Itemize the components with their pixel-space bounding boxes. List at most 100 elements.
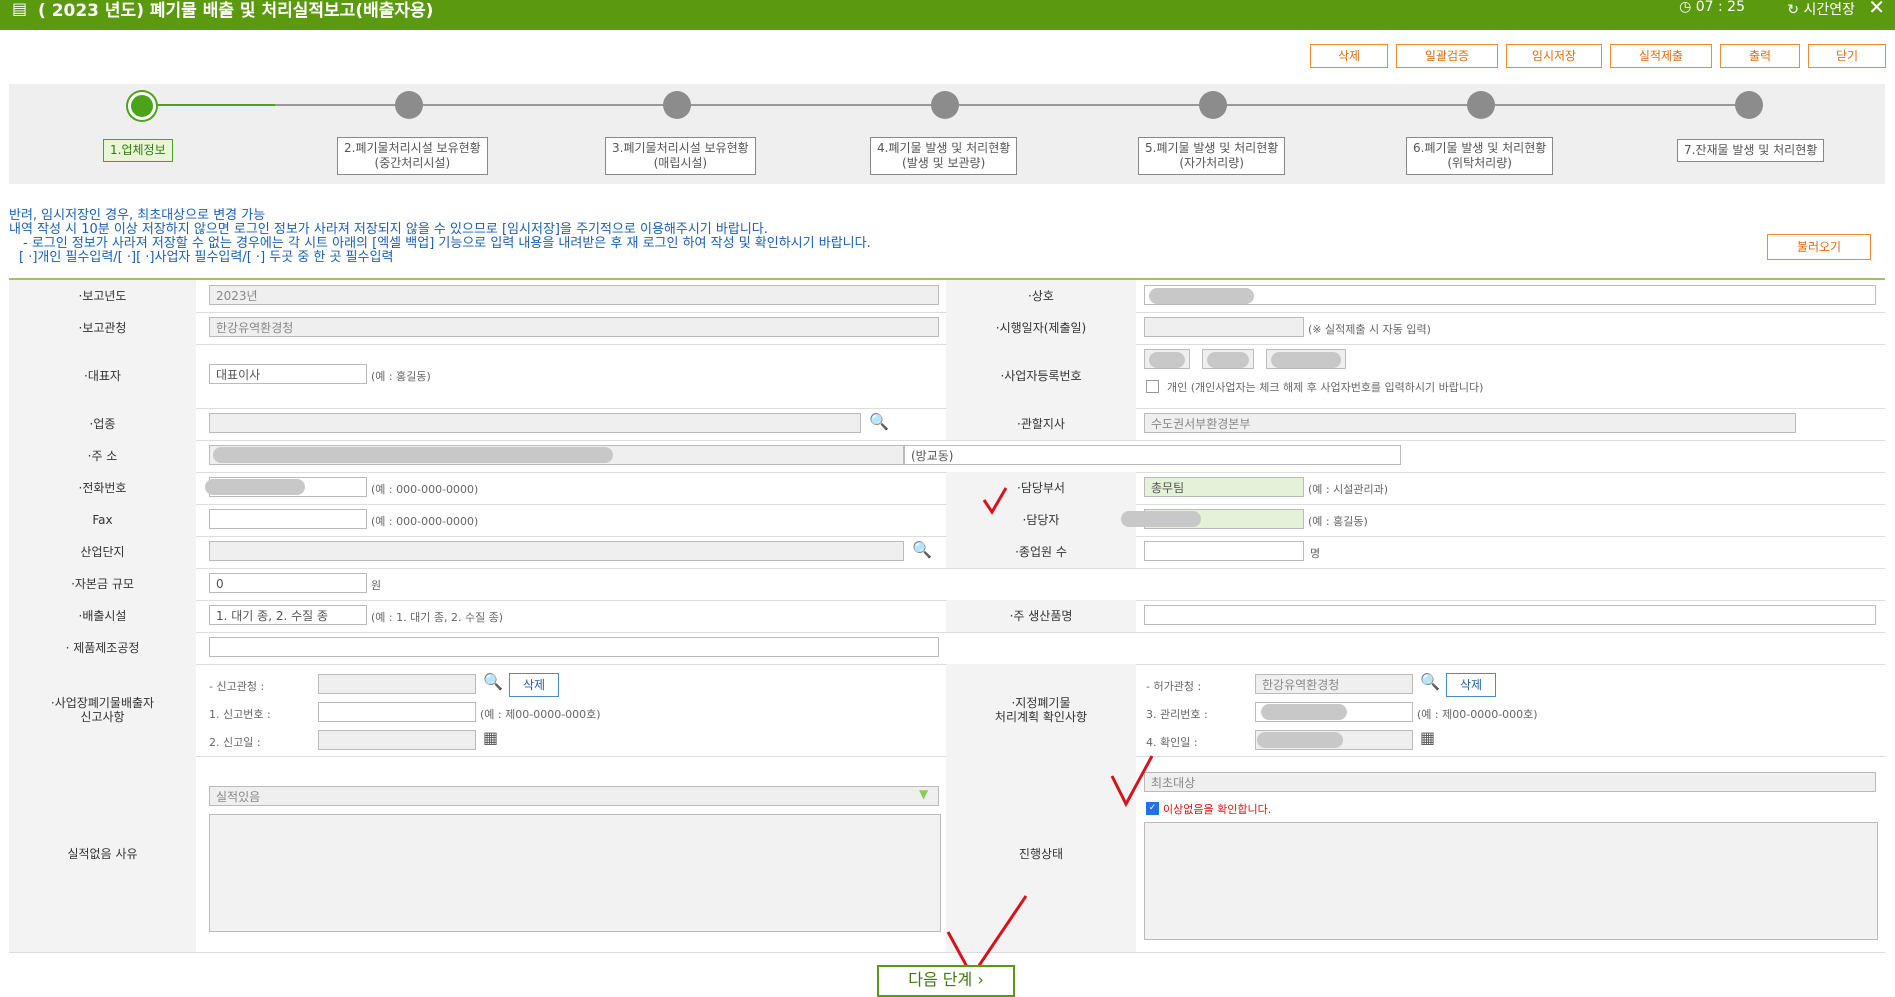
notice-line-4: [ ·]개인 필수입력/[ ·][ ·]사업자 필수입력/[ ·] 두곳 중 한… <box>19 250 394 265</box>
row-process: · 제품제조공정 <box>9 632 1885 665</box>
redacted-manager <box>1121 511 1201 527</box>
step-progress: 1.업체정보 2.폐기물처리시설 보유현황 (중간처리시설) 3.폐기물처리시설 … <box>9 84 1885 184</box>
step-tab-4-label: 4.폐기물 발생 및 처리현황 <box>877 141 1011 155</box>
row-industry: ·업종 🔍 ·관할지사 수도권서부환경본부 <box>9 408 1885 441</box>
complex-field <box>209 541 904 561</box>
submit-result-button[interactable]: 실적제출 <box>1610 44 1712 68</box>
search-icon[interactable]: 🔍 <box>1420 672 1440 691</box>
load-button[interactable]: 불러오기 <box>1767 234 1871 260</box>
window-titlebar: ▤ ( 2023 년도) 폐기물 배출 및 처리실적보고(배출자용) ◷ 07 … <box>0 0 1895 30</box>
search-icon[interactable]: 🔍 <box>483 672 503 691</box>
main-product-field[interactable] <box>1144 605 1876 625</box>
representative-field[interactable]: 대표이사 <box>209 364 367 384</box>
personal-checkbox-label: 개인 (개인사업자는 체크 해제 후 사업자번호를 입력하시기 바랍니다) <box>1167 381 1484 394</box>
industry-field <box>209 413 861 433</box>
search-icon[interactable]: 🔍 <box>869 412 889 431</box>
report-left-label: ·사업장폐기물배출자 신고사항 <box>9 664 196 756</box>
step-dot-1[interactable] <box>128 92 156 120</box>
notice-line-2: 내역 작성 시 10분 이상 저장하지 않으면 로그인 정보가 사라져 저장되지… <box>9 222 768 237</box>
capital-field[interactable]: 0 <box>209 573 367 593</box>
timer-value: 07 : 25 <box>1695 0 1745 15</box>
bulk-validate-button[interactable]: 일괄검증 <box>1396 44 1498 68</box>
step-tab-3[interactable]: 3.폐기물처리시설 보유현황 (매립시설) <box>605 137 756 175</box>
print-button[interactable]: 출력 <box>1720 44 1800 68</box>
redacted-phone <box>205 479 305 495</box>
redacted-manage-no <box>1261 704 1347 720</box>
step-dot-7[interactable] <box>1735 91 1763 119</box>
step-dot-2[interactable] <box>395 91 423 119</box>
row-facility: ·배출시설 1. 대기 종, 2. 수질 종 (예 : 1. 대기 종, 2. … <box>9 600 1885 633</box>
employees-unit: 명 <box>1310 547 1321 560</box>
branch-label: ·관할지사 <box>946 408 1136 440</box>
step-line-active <box>141 104 275 106</box>
step-tab-1-label: 1.업체정보 <box>110 143 166 157</box>
redacted-business-no-3 <box>1271 352 1341 368</box>
step-tab-1[interactable]: 1.업체정보 <box>103 139 173 162</box>
address-detail-field[interactable]: (방교동) <box>904 445 1401 465</box>
row-representative: ·대표자 대표이사 (예 : 홍길동) ·사업자등록번호 개인 (개인사업자는 … <box>9 344 1885 409</box>
step-tab-6[interactable]: 6.폐기물 발생 및 처리현황 (위탁처리량) <box>1406 137 1554 175</box>
representative-hint: (예 : 홍길동) <box>371 370 431 383</box>
report-right-office-label: - 허가관청 : <box>1146 680 1202 693</box>
close-icon[interactable]: ✕ <box>1868 0 1885 19</box>
report-right-date-label: 4. 확인일 : <box>1146 736 1198 749</box>
temp-save-button[interactable]: 임시저장 <box>1506 44 1602 68</box>
fax-field[interactable] <box>209 509 367 529</box>
dropdown-arrow-icon[interactable]: ▼ <box>919 787 928 801</box>
complex-label: 산업단지 <box>9 536 196 568</box>
report-left-office-field <box>318 674 476 694</box>
report-right-delete-button[interactable]: 삭제 <box>1446 673 1496 697</box>
close-button[interactable]: 닫기 <box>1808 44 1886 68</box>
dept-field[interactable]: 총무팀 <box>1144 477 1304 497</box>
address-label: ·주 소 <box>9 440 196 472</box>
facility-label: ·배출시설 <box>9 600 196 632</box>
no-result-select[interactable]: 실적있음 <box>209 786 939 806</box>
report-office-field: 한강유역환경청 <box>209 317 939 337</box>
step-tab-4-sub: (발생 및 보관량) <box>902 156 986 170</box>
step-tab-2-label: 2.폐기물처리시설 보유현황 <box>344 141 481 155</box>
phone-hint: (예 : 000-000-0000) <box>371 483 479 496</box>
status-textarea[interactable] <box>1144 822 1878 940</box>
notice-line-3: - 로그인 정보가 사라져 저장할 수 없는 경우에는 각 시트 아래의 [엑셀… <box>23 236 871 251</box>
industry-label: ·업종 <box>9 408 196 440</box>
red-check-mark-1 <box>982 487 1008 515</box>
personal-checkbox[interactable] <box>1146 380 1159 393</box>
notice-block: 반려, 임시저장인 경우, 최초대상으로 변경 가능 내역 작성 시 10분 이… <box>9 209 1885 265</box>
step-dot-4[interactable] <box>931 91 959 119</box>
delete-button[interactable]: 삭제 <box>1310 44 1388 68</box>
report-right-label-2: 처리계획 확인사항 <box>994 710 1088 724</box>
calendar-icon[interactable]: ▦ <box>483 728 498 747</box>
calendar-icon[interactable]: ▦ <box>1420 728 1435 747</box>
next-step-button[interactable]: 다음 단계 › <box>877 965 1015 997</box>
representative-label: ·대표자 <box>9 344 196 408</box>
submit-date-field <box>1144 317 1304 337</box>
step-dot-6[interactable] <box>1467 91 1495 119</box>
step-tab-5[interactable]: 5.폐기물 발생 및 처리현황 (자가처리량) <box>1138 137 1286 175</box>
step-dot-3[interactable] <box>663 91 691 119</box>
report-office-label: ·보고관청 <box>9 312 196 344</box>
step-tab-6-label: 6.폐기물 발생 및 처리현황 <box>1413 141 1547 155</box>
report-left-delete-button[interactable]: 삭제 <box>509 673 559 697</box>
redacted-business-no-2 <box>1207 352 1249 368</box>
report-left-no-field[interactable] <box>318 702 476 722</box>
step-tab-2-sub: (중간처리시설) <box>374 156 451 170</box>
facility-field[interactable]: 1. 대기 종, 2. 수질 종 <box>209 605 367 625</box>
redacted-address <box>213 447 613 463</box>
process-field[interactable] <box>209 637 939 657</box>
report-left-office-label: - 신고관청 : <box>209 680 265 693</box>
manager-hint: (예 : 홍길동) <box>1308 515 1368 528</box>
step-tab-7[interactable]: 7.잔재물 발생 및 처리현황 <box>1677 139 1825 162</box>
no-result-label: 실적없음 사유 <box>9 756 196 952</box>
company-info-form: ·보고년도 2023년 ·상호 ·보고관청 한강유역환경청 ·시행일자(제출일)… <box>9 278 1885 953</box>
no-result-textarea[interactable] <box>209 814 941 932</box>
report-right-label-1: ·지정폐기물 <box>1011 696 1071 710</box>
employees-field[interactable] <box>1144 541 1304 561</box>
step-tab-2[interactable]: 2.폐기물처리시설 보유현황 (중간처리시설) <box>337 137 488 175</box>
search-icon[interactable]: 🔍 <box>912 540 932 559</box>
document-icon: ▤ <box>12 0 28 18</box>
step-tab-4[interactable]: 4.폐기물 발생 및 처리현황 (발생 및 보관량) <box>870 137 1018 175</box>
report-left-label-1: ·사업장폐기물배출자 <box>50 696 155 710</box>
step-tab-3-sub: (매립시설) <box>653 156 708 170</box>
time-extend-button[interactable]: ↻ 시간연장 <box>1787 0 1855 19</box>
step-dot-5[interactable] <box>1199 91 1227 119</box>
